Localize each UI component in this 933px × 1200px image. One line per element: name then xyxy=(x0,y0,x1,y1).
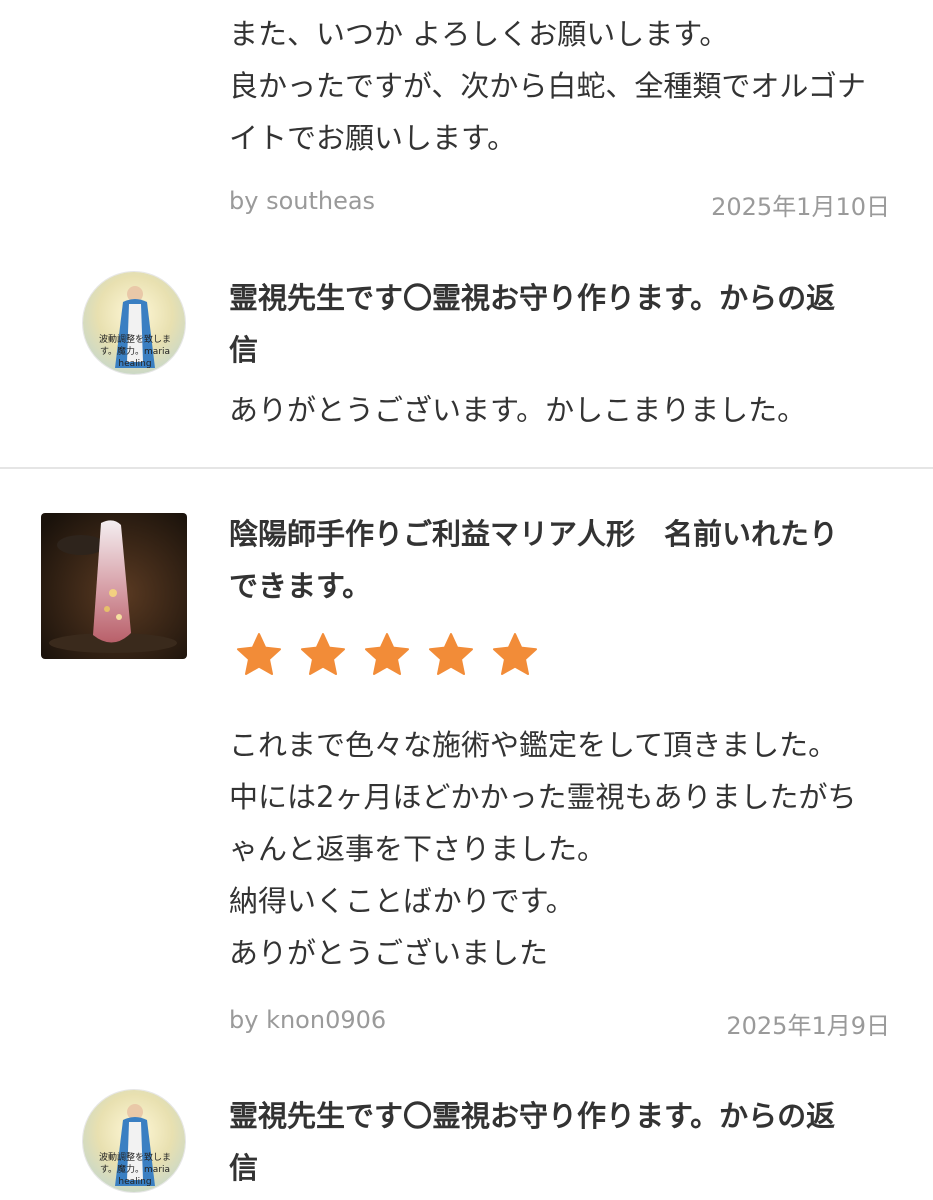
reply-title-line: 信 xyxy=(229,333,259,367)
reply-title-line: 信 xyxy=(229,1151,259,1185)
avatar-text-line: す。魔力。maria xyxy=(100,1163,170,1175)
review-text-line: 納得いくことばかりです。 xyxy=(229,884,575,918)
star-icon xyxy=(237,633,281,675)
star-icon xyxy=(493,633,537,675)
reply-title-line: 霊視先生です〇霊視お守り作ります。からの返 xyxy=(229,1099,836,1133)
product-image xyxy=(41,513,187,659)
product-title-line: できます。 xyxy=(229,569,372,603)
review-text-line: ゃんと返事を下さりました。 xyxy=(229,832,607,866)
star-icon xyxy=(429,633,473,675)
avatar-text-line: healing xyxy=(118,1177,151,1187)
review-text-line: 中には2ヶ月ほどかかった霊視もありましたがち xyxy=(229,780,857,814)
review-text-line: これまで色々な施術や鑑定をして頂きました。 xyxy=(229,728,838,762)
review-date: 2025年1月10日 xyxy=(711,193,890,221)
star-icon xyxy=(301,633,345,675)
avatar-text-line: 波動調整を致しま xyxy=(99,333,171,345)
avatar-text-line: す。魔力。maria xyxy=(100,345,170,357)
reply-title: 霊視先生です〇霊視お守り作ります。からの返 信 xyxy=(229,272,835,376)
rating-stars xyxy=(235,631,539,679)
review-text-line: ありがとうございました xyxy=(229,936,549,970)
avatar-text-line: 波動調整を致しま xyxy=(99,1151,171,1163)
reply-title: 霊視先生です〇霊視お守り作ります。からの返 信 xyxy=(229,1090,835,1194)
reply-body: ありがとうございます。かしこまりました。 xyxy=(229,393,807,427)
product-title[interactable]: 陰陽師手作りご利益マリア人形 名前いれたり できます。 xyxy=(229,508,838,612)
review-text-line: イトでお願いします。 xyxy=(229,121,517,155)
product-thumbnail[interactable] xyxy=(41,513,187,659)
seller-avatar[interactable]: 波動調整を致しま す。魔力。maria healing xyxy=(82,271,186,375)
product-title-line: 陰陽師手作りご利益マリア人形 名前いれたり xyxy=(229,517,839,551)
reply-title-line: 霊視先生です〇霊視お守り作ります。からの返 xyxy=(229,281,836,315)
review-text-line: また、いつか よろしくお願いします。 xyxy=(229,17,729,51)
review-date: 2025年1月9日 xyxy=(726,1012,890,1040)
review-text-line: 良かったですが、次から白蛇、全種類でオルゴナ xyxy=(229,69,866,103)
seller-avatar-image: 波動調整を致しま す。魔力。maria healing xyxy=(83,272,185,374)
top-review: また、いつか よろしくお願いします。 良かったですが、次から白蛇、全種類でオルゴ… xyxy=(229,8,866,164)
seller-avatar-image: 波動調整を致しま す。魔力。maria healing xyxy=(83,1090,185,1192)
review-author[interactable]: by southeas xyxy=(229,187,375,215)
star-icon xyxy=(365,633,409,675)
avatar-text-line: healing xyxy=(118,359,151,369)
seller-avatar[interactable]: 波動調整を致しま す。魔力。maria healing xyxy=(82,1089,186,1193)
review-author[interactable]: by knon0906 xyxy=(229,1006,386,1034)
review-divider xyxy=(0,467,933,469)
review-body: これまで色々な施術や鑑定をして頂きました。 中には2ヶ月ほどかかった霊視もありま… xyxy=(229,719,856,979)
